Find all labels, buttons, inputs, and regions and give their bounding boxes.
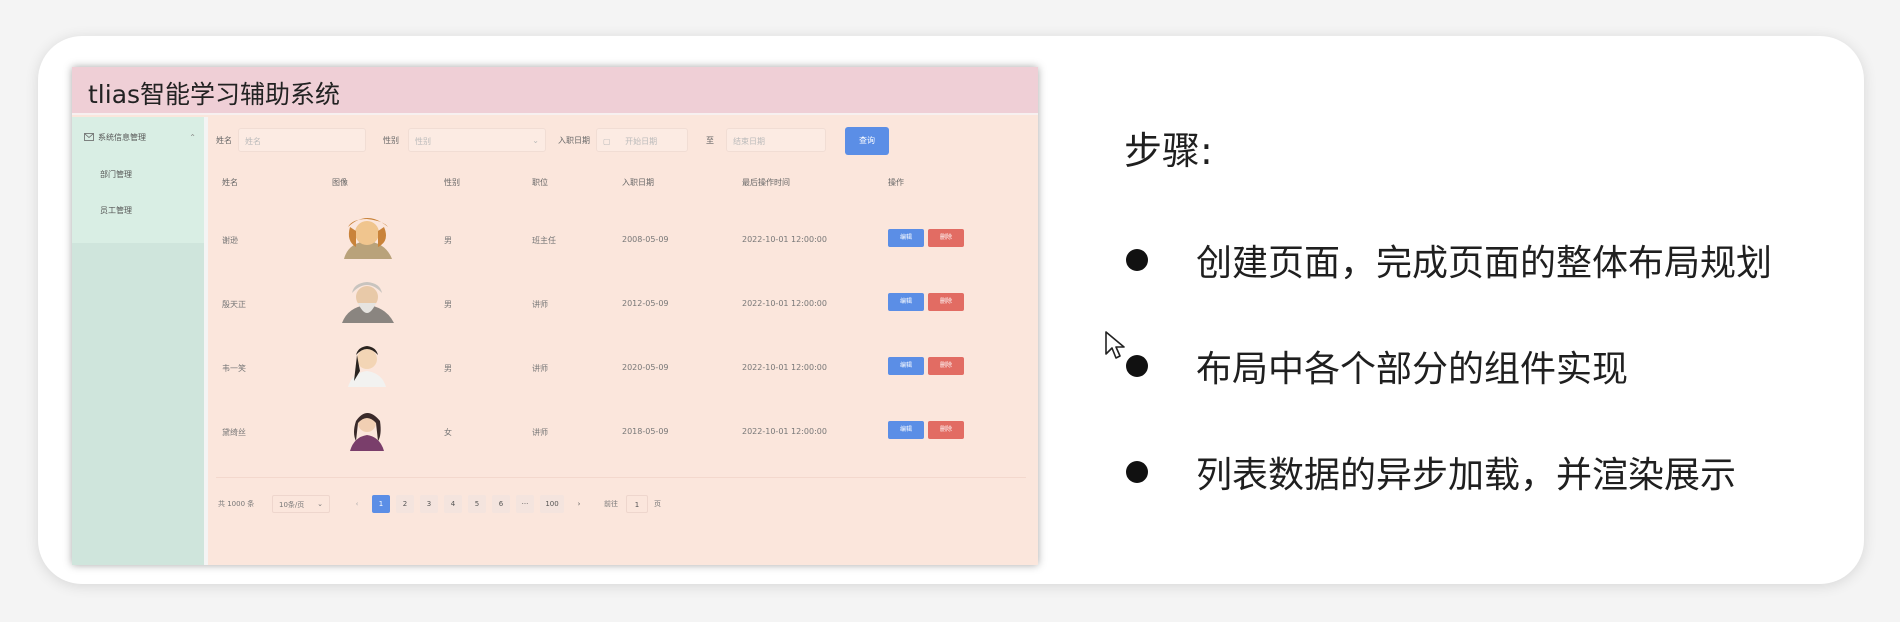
sidebar-item-department[interactable]: 部门管理 bbox=[100, 169, 132, 180]
page-size-value: 10条/页 bbox=[279, 501, 305, 509]
sidebar-group-label: 系统信息管理 bbox=[98, 132, 146, 142]
app-title: tlias智能学习辅助系统 bbox=[88, 80, 341, 109]
page-button-5[interactable]: 5 bbox=[468, 495, 486, 513]
cell-gender: 男 bbox=[444, 300, 452, 309]
bullet-icon bbox=[1126, 461, 1148, 483]
step-item: 创建页面，完成页面的整体布局规划 bbox=[1126, 234, 1772, 286]
avatar bbox=[344, 218, 392, 259]
col-gender: 性别 bbox=[444, 178, 460, 187]
edit-button[interactable]: 编辑 bbox=[888, 293, 924, 311]
search-button[interactable]: 查询 bbox=[845, 127, 889, 155]
step-item: 布局中各个部分的组件实现 bbox=[1126, 340, 1628, 392]
cell-gender: 男 bbox=[444, 364, 452, 373]
step-item: 列表数据的异步加载，并渲染展示 bbox=[1126, 446, 1736, 498]
delete-button[interactable]: 删除 bbox=[928, 421, 964, 439]
col-updated: 最后操作时间 bbox=[742, 178, 790, 187]
main-content: 姓名 姓名 性别 性别 ⌄ 入职日期 ▢ 开始日期 至 结束日期 查询 姓名 图… bbox=[204, 117, 1038, 565]
filter-bar: 姓名 姓名 性别 性别 ⌄ 入职日期 ▢ 开始日期 至 结束日期 查询 bbox=[208, 117, 1038, 157]
table-row: 谢逊 男 班主任 2008-05-09 2022-10-01 12:00:00 … bbox=[208, 207, 1038, 271]
edit-button[interactable]: 编辑 bbox=[888, 357, 924, 375]
col-name: 姓名 bbox=[222, 178, 238, 187]
page-button-2[interactable]: 2 bbox=[396, 495, 414, 513]
cell-updated: 2022-10-01 12:00:00 bbox=[742, 299, 827, 308]
calendar-icon: ▢ bbox=[603, 137, 611, 146]
page-button-1[interactable]: 1 bbox=[372, 495, 390, 513]
bullet-icon bbox=[1126, 355, 1148, 377]
cell-gender: 女 bbox=[444, 428, 452, 437]
cell-position: 讲师 bbox=[532, 300, 548, 309]
date-to-label: 至 bbox=[706, 136, 714, 145]
cell-entry-date: 2018-05-09 bbox=[622, 427, 669, 436]
mouse-cursor-icon bbox=[1105, 331, 1125, 359]
chevron-down-icon: ⌄ bbox=[532, 136, 539, 145]
cell-entry-date: 2008-05-09 bbox=[622, 235, 669, 244]
entry-date-label: 入职日期 bbox=[558, 136, 590, 145]
table-divider bbox=[216, 477, 1026, 478]
end-date-input[interactable]: 结束日期 bbox=[726, 128, 826, 152]
app-screenshot: tlias智能学习辅助系统 系统信息管理 ⌃ 部门管理 员工管理 姓名 姓名 性… bbox=[72, 67, 1038, 565]
col-actions: 操作 bbox=[888, 178, 904, 187]
cell-position: 讲师 bbox=[532, 428, 548, 437]
cell-gender: 男 bbox=[444, 236, 452, 245]
table-row: 殷天正 男 讲师 2012-05-09 2022-10-01 12:00:00 … bbox=[208, 271, 1038, 335]
edit-button[interactable]: 编辑 bbox=[888, 229, 924, 247]
page-button-100[interactable]: 100 bbox=[540, 495, 564, 513]
col-position: 职位 bbox=[532, 178, 548, 187]
cell-name: 黛绮丝 bbox=[222, 428, 246, 437]
page-size-select[interactable]: 10条/页 ⌄ bbox=[272, 495, 330, 513]
col-entry-date: 入职日期 bbox=[622, 178, 654, 187]
avatar bbox=[350, 413, 384, 451]
page-button-4[interactable]: 4 bbox=[444, 495, 462, 513]
sidebar-item-employee[interactable]: 员工管理 bbox=[100, 205, 132, 216]
table-row: 黛绮丝 女 讲师 2018-05-09 2022-10-01 12:00:00 … bbox=[208, 399, 1038, 463]
gender-filter-label: 性别 bbox=[383, 136, 399, 145]
step-text: 列表数据的异步加载，并渲染展示 bbox=[1196, 455, 1737, 496]
prev-page-button[interactable]: ‹ bbox=[348, 495, 366, 513]
page-unit-label: 页 bbox=[654, 500, 661, 508]
gender-filter-placeholder: 性别 bbox=[415, 137, 431, 146]
avatar bbox=[348, 346, 386, 387]
cell-name: 韦一笑 bbox=[222, 364, 246, 373]
sidebar-group-system[interactable]: 系统信息管理 ⌃ bbox=[84, 127, 196, 147]
steps-title: 步骤: bbox=[1124, 129, 1213, 173]
sidebar: 系统信息管理 ⌃ 部门管理 员工管理 bbox=[72, 117, 204, 565]
step-text: 创建页面，完成页面的整体布局规划 bbox=[1196, 243, 1773, 284]
table-row: 韦一笑 男 讲师 2020-05-09 2022-10-01 12:00:00 … bbox=[208, 335, 1038, 399]
cell-updated: 2022-10-01 12:00:00 bbox=[742, 235, 827, 244]
delete-button[interactable]: 删除 bbox=[928, 357, 964, 375]
cell-entry-date: 2020-05-09 bbox=[622, 363, 669, 372]
mail-icon bbox=[84, 133, 94, 141]
cell-position: 讲师 bbox=[532, 364, 548, 373]
bullet-icon bbox=[1126, 249, 1148, 271]
page-button-6[interactable]: 6 bbox=[492, 495, 510, 513]
cell-name: 谢逊 bbox=[222, 236, 238, 245]
pagination-total: 共 1000 条 bbox=[218, 500, 255, 508]
delete-button[interactable]: 删除 bbox=[928, 293, 964, 311]
cell-name: 殷天正 bbox=[222, 300, 246, 309]
gender-filter-select[interactable]: 性别 ⌄ bbox=[408, 128, 546, 152]
start-date-input[interactable]: ▢ 开始日期 bbox=[596, 128, 688, 152]
name-filter-input[interactable]: 姓名 bbox=[238, 128, 366, 152]
name-filter-label: 姓名 bbox=[216, 136, 232, 145]
page-button-3[interactable]: 3 bbox=[420, 495, 438, 513]
avatar bbox=[342, 282, 394, 323]
goto-page-input[interactable]: 1 bbox=[626, 495, 648, 513]
delete-button[interactable]: 删除 bbox=[928, 229, 964, 247]
start-date-placeholder: 开始日期 bbox=[625, 137, 658, 146]
app-header: tlias智能学习辅助系统 bbox=[72, 67, 1038, 115]
cell-updated: 2022-10-01 12:00:00 bbox=[742, 363, 827, 372]
chevron-up-icon: ⌃ bbox=[189, 132, 196, 142]
goto-label: 前往 bbox=[604, 500, 618, 508]
page-ellipsis[interactable]: ··· bbox=[516, 495, 534, 513]
col-image: 图像 bbox=[332, 178, 348, 187]
chevron-down-icon: ⌄ bbox=[317, 500, 323, 508]
sidebar-submenu: 系统信息管理 ⌃ 部门管理 员工管理 bbox=[72, 117, 204, 243]
edit-button[interactable]: 编辑 bbox=[888, 421, 924, 439]
next-page-button[interactable]: › bbox=[570, 495, 588, 513]
step-text: 布局中各个部分的组件实现 bbox=[1196, 349, 1629, 390]
cell-updated: 2022-10-01 12:00:00 bbox=[742, 427, 827, 436]
cell-entry-date: 2012-05-09 bbox=[622, 299, 669, 308]
cell-position: 班主任 bbox=[532, 236, 556, 245]
